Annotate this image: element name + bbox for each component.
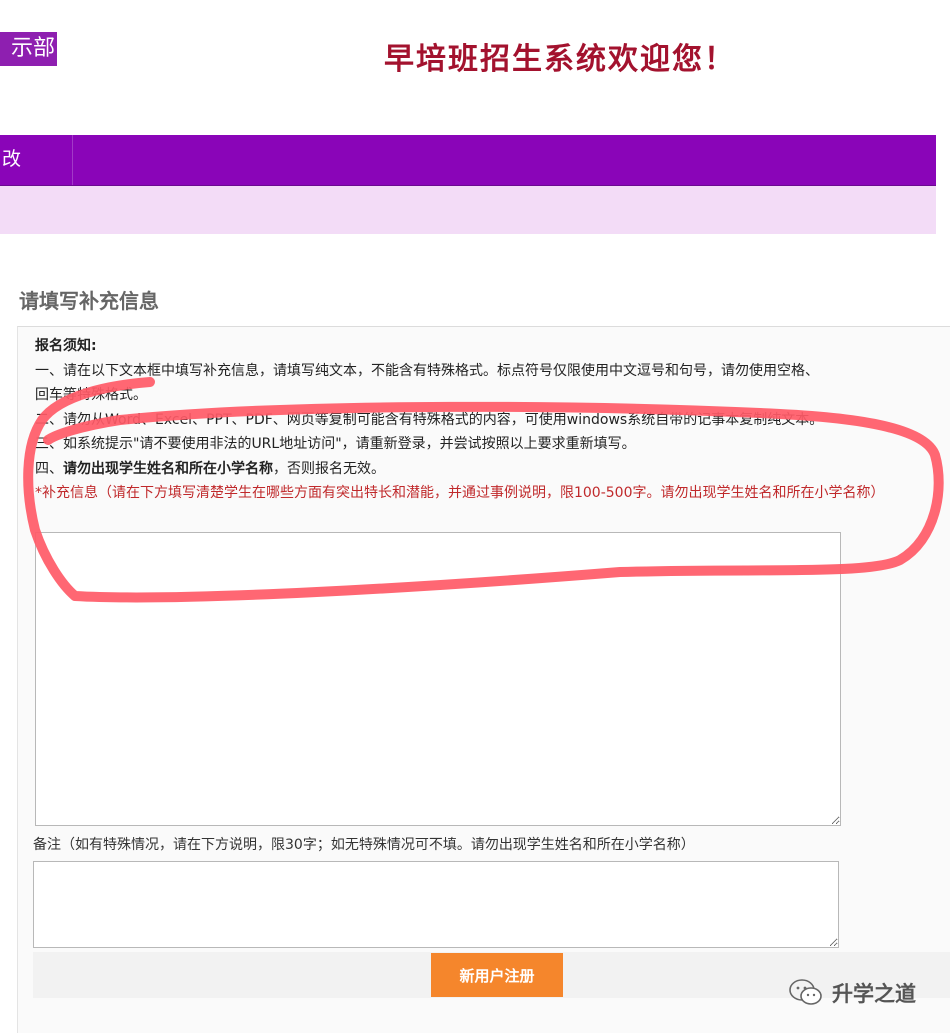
remark-label: 备注（如有特殊情况，请在下方说明，限30字；如无特殊情况可不填。请勿出现学生姓名… xyxy=(33,837,695,853)
notice-line-2: 回车等特殊格式。 xyxy=(35,387,147,403)
site-badge: 示部 xyxy=(0,32,57,66)
notice-line-5-prefix: 四、 xyxy=(35,460,63,477)
notice-line-5-emphasis: 请勿出现学生姓名和所在小学名称 xyxy=(63,460,273,477)
notice-block: 报名须知: 一、请在以下文本框中填写补充信息，请填写纯文本，不能含有特殊格式。标… xyxy=(35,334,950,481)
notice-line-5: 四、请勿出现学生姓名和所在小学名称，否则报名无效。 xyxy=(35,457,950,482)
notice-line-3: 二、请勿从Word、Excel、PPT、PDF、网页等复制可能含有特殊格式的内容… xyxy=(35,411,824,428)
notice-line-5-suffix: ，否则报名无效。 xyxy=(273,460,385,477)
wechat-icon xyxy=(789,979,822,1005)
notice-line-4: 三、如系统提示"请不要使用非法的URL地址访问"，请重新登录，并尝试按照以上要求… xyxy=(35,436,636,452)
remark-textarea[interactable] xyxy=(33,861,839,948)
sub-navbar xyxy=(0,186,936,234)
notice-heading: 报名须知: xyxy=(35,338,97,354)
supplement-textarea[interactable] xyxy=(35,532,841,826)
watermark-text: 升学之道 xyxy=(832,982,916,1006)
supplement-label: *补充信息（请在下方填写清楚学生在哪些方面有突出特长和潜能，并通过事例说明，限1… xyxy=(35,485,885,501)
watermark: 升学之道 xyxy=(788,975,916,1011)
register-button[interactable]: 新用户注册 xyxy=(431,953,563,997)
main-navbar: 改 xyxy=(0,135,936,186)
page-title: 早培班招生系统欢迎您！ xyxy=(384,42,736,77)
section-title: 请填写补充信息 xyxy=(19,289,159,313)
nav-item-modify[interactable]: 改 xyxy=(0,135,73,185)
notice-line-1: 一、请在以下文本框中填写补充信息，请填写纯文本，不能含有特殊格式。标点符号仅限使… xyxy=(35,362,819,379)
